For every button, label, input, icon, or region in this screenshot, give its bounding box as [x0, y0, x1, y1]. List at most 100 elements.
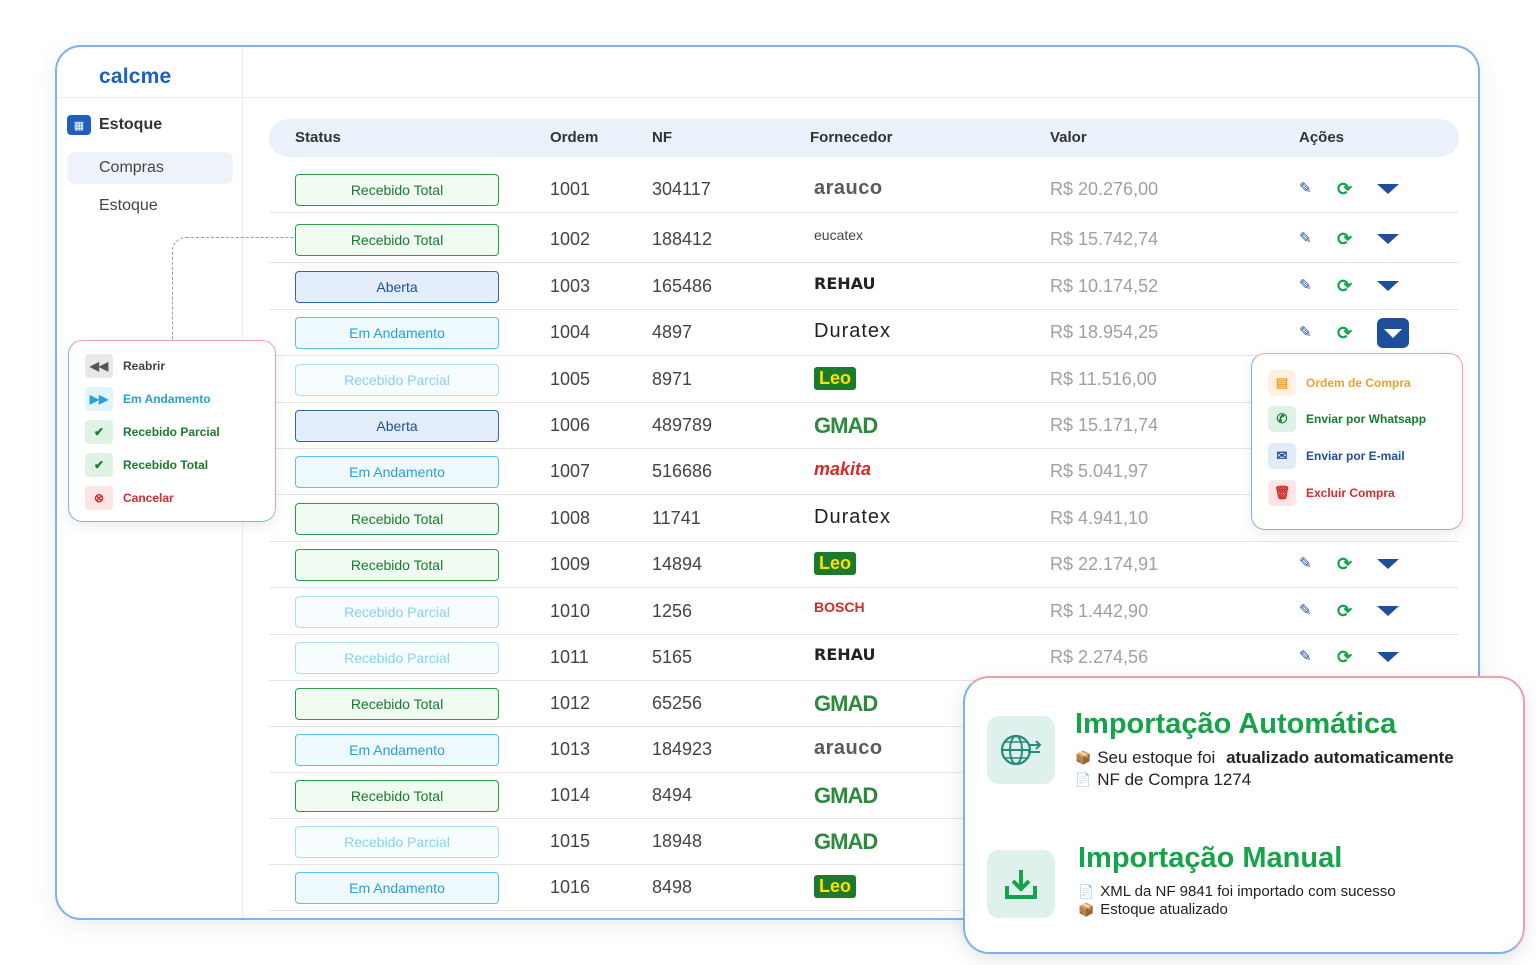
chevron-down-icon[interactable]: [1377, 234, 1399, 244]
nf-number: 165486: [652, 276, 713, 296]
actions-menu-item-whatsapp[interactable]: ✆ Enviar por Whatsapp: [1268, 406, 1426, 432]
status-badge[interactable]: Em Andamento: [295, 734, 499, 766]
connector-line: [172, 237, 294, 340]
column-header-status: Status: [295, 129, 341, 146]
actions-menu-label: Excluir Compra: [1306, 486, 1395, 500]
nf-number: 8494: [652, 785, 693, 805]
table-row: Recebido Total 1001 304117 R$ 20.276,00 arau…: [269, 167, 1459, 213]
supplier-logo: Duratex: [814, 506, 892, 528]
status-badge[interactable]: Recebido Total: [295, 549, 499, 581]
order-number: 1005: [550, 369, 591, 389]
table-row: Recebido Parcial 1010 1256 R$ 1.442,90 BOSCH…: [269, 589, 1459, 635]
sync-icon[interactable]: ⟳: [1337, 230, 1355, 248]
import-manual-title: Importação Manual: [1078, 842, 1343, 874]
order-number: 1006: [550, 415, 591, 435]
chevron-down-icon: [1384, 328, 1402, 338]
row-actions: ✎ ⟳: [1299, 277, 1399, 295]
sidebar-item-estoque[interactable]: Estoque: [67, 190, 233, 222]
status-menu-item-em-andamento[interactable]: ▶▶ Em Andamento: [85, 387, 211, 411]
sync-icon[interactable]: ⟳: [1337, 555, 1355, 573]
supplier-logo: eucatex: [814, 227, 864, 243]
status-badge[interactable]: Em Andamento: [295, 872, 499, 904]
order-number: 1015: [550, 831, 591, 851]
status-badge[interactable]: Recebido Total: [295, 503, 499, 535]
status-menu-item-reabrir[interactable]: ◀◀ Reabrir: [85, 354, 165, 378]
nf-number: 14894: [652, 554, 703, 574]
edit-icon[interactable]: ✎: [1299, 278, 1315, 294]
sync-icon[interactable]: ⟳: [1337, 180, 1355, 198]
document-icon: 📄: [1078, 883, 1095, 899]
order-number: 1016: [550, 877, 591, 897]
sync-icon[interactable]: ⟳: [1337, 324, 1355, 342]
status-badge[interactable]: Recebido Parcial: [295, 364, 499, 396]
status-badge[interactable]: Recebido Parcial: [295, 826, 499, 858]
supplier-logo: arauco: [814, 737, 883, 759]
chevron-down-icon[interactable]: [1377, 652, 1399, 662]
import-auto-line2: 📄 NF de Compra 1274: [1075, 770, 1251, 790]
status-badge[interactable]: Em Andamento: [295, 317, 499, 349]
actions-menu: ▤ Ordem de Compra ✆ Enviar por Whatsapp …: [1251, 353, 1463, 530]
row-actions: ✎ ⟳: [1299, 230, 1399, 248]
edit-icon[interactable]: ✎: [1299, 231, 1315, 247]
edit-icon[interactable]: ✎: [1299, 603, 1315, 619]
column-header-nf: NF: [652, 129, 672, 146]
edit-icon[interactable]: ✎: [1299, 649, 1315, 665]
chevron-down-icon[interactable]: [1377, 559, 1399, 569]
nf-number: 1256: [652, 601, 693, 621]
status-menu-item-cancelar[interactable]: ⊗ Cancelar: [85, 486, 174, 510]
edit-icon[interactable]: ✎: [1299, 556, 1315, 572]
status-menu-item-recebido-total[interactable]: ✔ Recebido Total: [85, 453, 208, 477]
order-value: R$ 2.274,56: [1050, 647, 1149, 667]
status-badge[interactable]: Recebido Total: [295, 688, 499, 720]
mail-icon: ✉: [1268, 443, 1296, 469]
nf-number: 304117: [652, 179, 711, 199]
order-number: 1009: [550, 554, 591, 574]
row-actions: ✎ ⟳: [1299, 180, 1399, 198]
nf-number: 516686: [652, 461, 713, 481]
order-value: R$ 1.442,90: [1050, 601, 1149, 621]
order-value: R$ 15.171,74: [1050, 415, 1159, 435]
order-value: R$ 5.041,97: [1050, 461, 1149, 481]
status-badge[interactable]: Recebido Parcial: [295, 596, 499, 628]
status-badge[interactable]: Recebido Parcial: [295, 642, 499, 674]
chevron-down-icon[interactable]: [1377, 606, 1399, 616]
status-badge[interactable]: Aberta: [295, 271, 499, 303]
actions-menu-item-email[interactable]: ✉ Enviar por E-mail: [1268, 443, 1405, 469]
edit-icon[interactable]: ✎: [1299, 181, 1315, 197]
actions-menu-label: Ordem de Compra: [1306, 376, 1411, 390]
import-auto-line1-prefix: Seu estoque foi: [1097, 748, 1221, 767]
status-badge[interactable]: Recebido Total: [295, 174, 499, 206]
sidebar-item-compras[interactable]: Compras: [67, 152, 233, 184]
sidebar-section-estoque[interactable]: ▦ Estoque: [67, 115, 162, 135]
import-manual-line2-text: Estoque atualizado: [1100, 901, 1228, 918]
table-row: Em Andamento 1004 4897 R$ 18.954,25 Duratex ✎…: [269, 310, 1459, 356]
supplier-logo: makita: [814, 459, 872, 479]
supplier-logo: Leo: [814, 552, 857, 575]
chevron-down-icon[interactable]: [1377, 184, 1399, 194]
sync-icon[interactable]: ⟳: [1337, 277, 1355, 295]
status-menu-item-recebido-parcial[interactable]: ✔ Recebido Parcial: [85, 420, 220, 444]
status-menu: ◀◀ Reabrir ▶▶ Em Andamento ✔ Recebido Pa…: [68, 340, 276, 522]
sync-icon[interactable]: ⟳: [1337, 648, 1355, 666]
import-auto-title: Importação Automática: [1075, 708, 1397, 740]
order-number: 1013: [550, 739, 591, 759]
supplier-logo: arauco: [814, 177, 883, 199]
sidebar-section-label: Estoque: [99, 116, 163, 133]
status-badge[interactable]: Recebido Total: [295, 224, 499, 256]
actions-menu-item-ordem-de-compra[interactable]: ▤ Ordem de Compra: [1268, 370, 1411, 396]
chevron-down-icon[interactable]: [1377, 281, 1399, 291]
edit-icon[interactable]: ✎: [1299, 325, 1315, 341]
import-auto-line2-text: NF de Compra 1274: [1097, 770, 1252, 789]
import-notification-card: Importação Automática 📦 Seu estoque foi …: [963, 676, 1525, 954]
status-badge[interactable]: Em Andamento: [295, 456, 499, 488]
status-badge[interactable]: Aberta: [295, 410, 499, 442]
status-menu-label: Em Andamento: [123, 392, 211, 406]
whatsapp-icon: ✆: [1268, 406, 1296, 432]
status-badge[interactable]: Recebido Total: [295, 780, 499, 812]
dropdown-button-open[interactable]: [1377, 318, 1409, 348]
nf-number: 11741: [652, 508, 701, 528]
sync-icon[interactable]: ⟳: [1337, 602, 1355, 620]
sidebar-divider: [57, 97, 243, 98]
actions-menu-item-excluir[interactable]: 🗑 Excluir Compra: [1268, 480, 1395, 506]
order-number: 1011: [550, 647, 589, 667]
